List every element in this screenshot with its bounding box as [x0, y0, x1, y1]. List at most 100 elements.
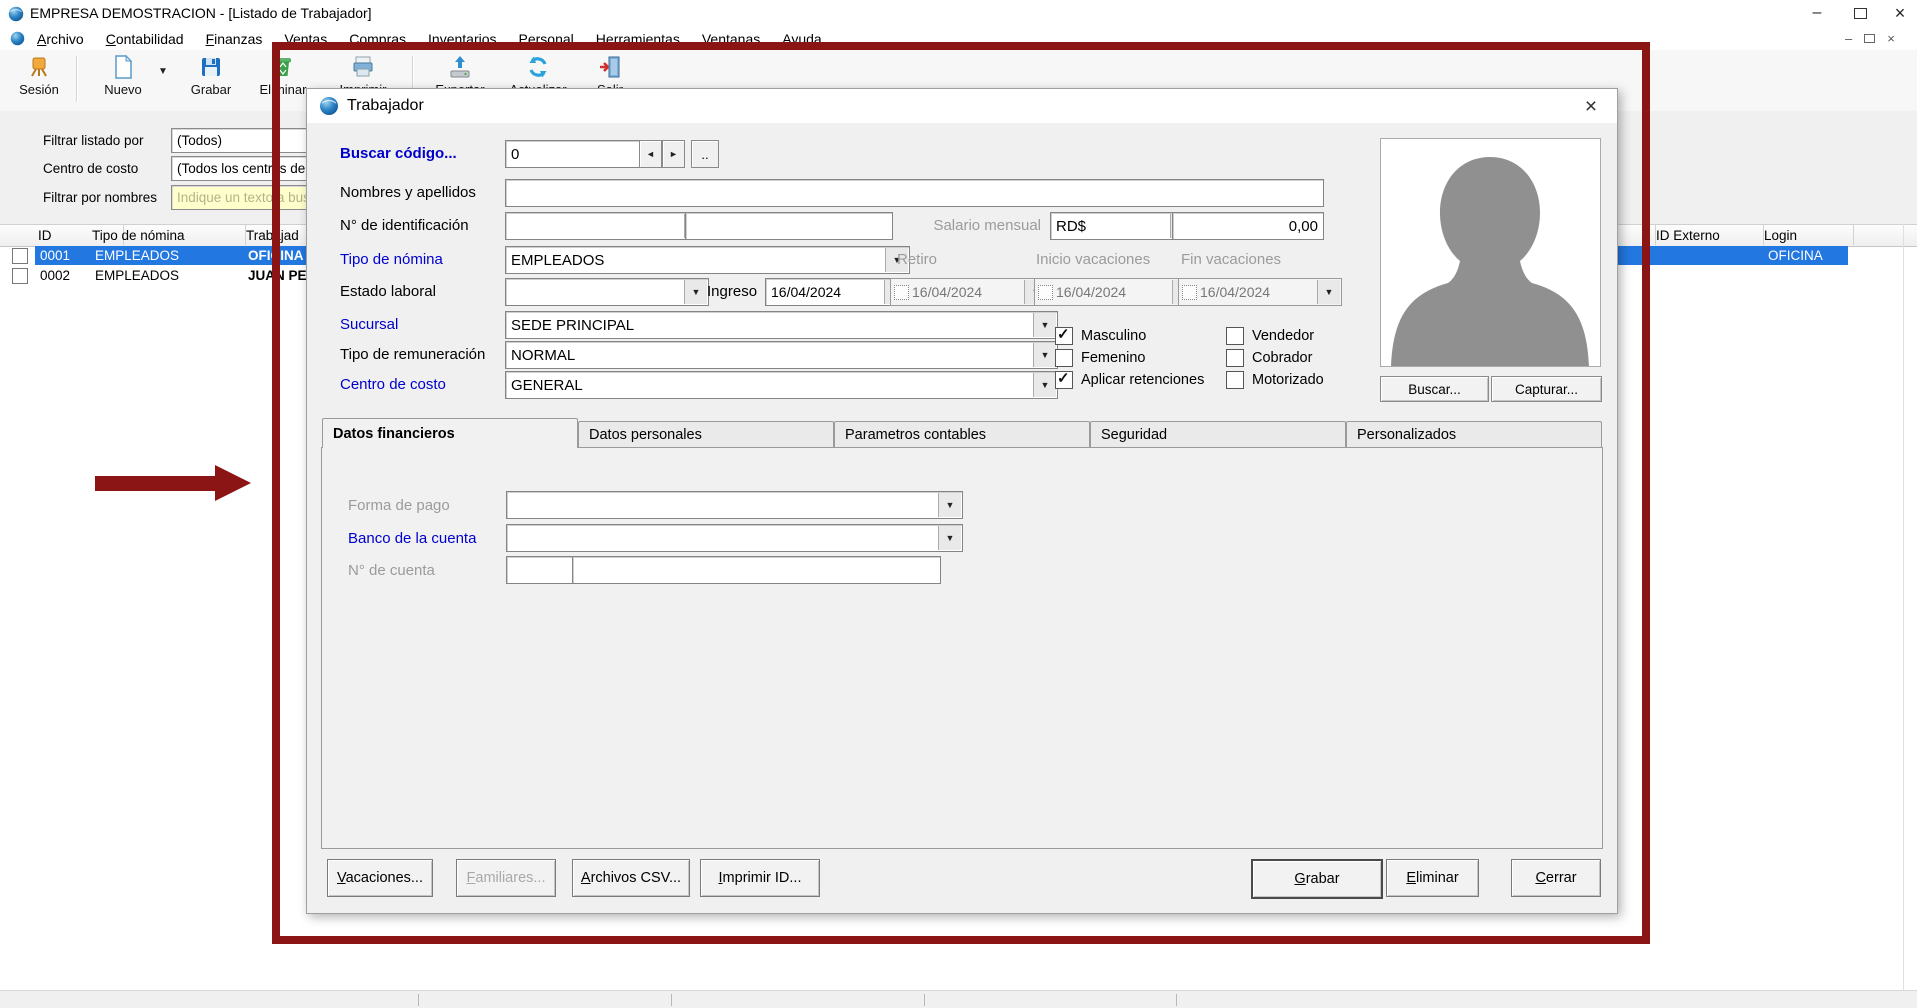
- menu-item[interactable]: Finanzas: [195, 31, 274, 47]
- vacaciones-button[interactable]: Vacaciones...: [327, 859, 433, 897]
- dropdown-arrow-icon[interactable]: [938, 493, 961, 517]
- ingreso-date-picker[interactable]: 16/04/2024: [765, 278, 909, 306]
- imprimir-id-button[interactable]: Imprimir ID...: [700, 859, 820, 897]
- buscar-codigo-input[interactable]: 0: [505, 140, 649, 168]
- delete-button[interactable]: Eliminar: [252, 54, 314, 106]
- checkbox-row[interactable]: Motorizado: [1226, 371, 1376, 389]
- annotation-arrow: [95, 476, 215, 491]
- menu-item[interactable]: Ayuda: [771, 31, 832, 47]
- spin-next-icon[interactable]: ►: [662, 140, 685, 168]
- app-logo-icon: [8, 6, 24, 22]
- dropdown-arrow-icon[interactable]: [1033, 313, 1056, 337]
- dropdown-arrow-icon[interactable]: [684, 280, 707, 304]
- menu-item[interactable]: Herramientas: [585, 31, 691, 47]
- mdi-restore-icon[interactable]: [1864, 34, 1875, 43]
- column-header-login[interactable]: Login: [1758, 225, 1854, 245]
- cerrar-button[interactable]: Cerrar: [1511, 859, 1601, 897]
- status-bar: [0, 990, 1917, 1008]
- fin-vacaciones-date-picker[interactable]: 16/04/2024: [1178, 278, 1342, 306]
- tab[interactable]: Seguridad: [1090, 421, 1346, 448]
- photo-buscar-button[interactable]: Buscar...: [1380, 376, 1489, 402]
- checkbox-icon[interactable]: [1226, 349, 1244, 367]
- dropdown-arrow-icon[interactable]: [1033, 373, 1056, 397]
- identificacion-tipo-dropdown[interactable]: [505, 212, 709, 240]
- retiro-enable-checkbox[interactable]: [894, 285, 909, 300]
- inicio-vacaciones-enable-checkbox[interactable]: [1038, 285, 1053, 300]
- mdi-close-icon[interactable]: ×: [1887, 31, 1895, 46]
- save-button[interactable]: Grabar: [180, 54, 242, 106]
- checkbox-row[interactable]: Femenino: [1055, 349, 1225, 367]
- remuneracion-dropdown[interactable]: NORMAL: [505, 341, 1058, 369]
- row-checkbox[interactable]: [12, 268, 28, 284]
- dropdown-arrow-icon[interactable]: [1033, 343, 1056, 367]
- tab[interactable]: Parametros contables: [834, 421, 1090, 448]
- tipo-nomina-label[interactable]: Tipo de nómina: [340, 251, 443, 268]
- salario-label: Salario mensual: [867, 217, 1041, 234]
- dropdown-arrow-icon[interactable]: [1317, 280, 1340, 304]
- dialog-close-icon[interactable]: ×: [1577, 94, 1605, 120]
- salario-value: 0,00: [1289, 218, 1318, 235]
- forma-pago-label: Forma de pago: [348, 497, 450, 514]
- mdi-minimize-icon[interactable]: –: [1845, 31, 1852, 46]
- maximize-icon[interactable]: [1840, 1, 1880, 25]
- checkbox-row[interactable]: Vendedor: [1226, 327, 1376, 345]
- menu-item[interactable]: Contabilidad: [95, 31, 195, 47]
- numero-cuenta-label: N° de cuenta: [348, 562, 435, 579]
- column-header-id-externo[interactable]: ID Externo: [1650, 225, 1764, 245]
- row-checkbox[interactable]: [12, 248, 28, 264]
- filter-costcenter-dropdown[interactable]: (Todos los centros de cos: [171, 156, 323, 181]
- sucursal-label[interactable]: Sucursal: [340, 316, 398, 333]
- checkbox-row[interactable]: Cobrador: [1226, 349, 1376, 367]
- checkbox-icon[interactable]: [1055, 327, 1073, 345]
- new-dropdown-caret-icon[interactable]: ▼: [158, 66, 168, 77]
- minimize-icon[interactable]: –: [1797, 1, 1837, 25]
- filter-list-dropdown[interactable]: (Todos): [171, 128, 323, 153]
- menu-item[interactable]: Ventanas: [691, 31, 771, 47]
- mdi-window-controls: – ×: [1845, 31, 1895, 46]
- checkbox-icon[interactable]: [1055, 371, 1073, 389]
- browse-more-button[interactable]: ..: [691, 140, 719, 168]
- banco-dropdown[interactable]: [506, 524, 963, 552]
- estado-laboral-dropdown[interactable]: [505, 278, 709, 306]
- archivos-csv-button[interactable]: Archivos CSV...: [572, 859, 690, 897]
- forma-pago-dropdown[interactable]: [506, 491, 963, 519]
- tab[interactable]: Datos financieros: [322, 418, 578, 448]
- checkbox-icon[interactable]: [1055, 349, 1073, 367]
- eliminar-button[interactable]: Eliminar: [1386, 859, 1479, 897]
- tab[interactable]: Datos personales: [578, 421, 834, 448]
- familiares-button: Familiares...: [456, 859, 556, 897]
- fin-vacaciones-enable-checkbox[interactable]: [1182, 285, 1197, 300]
- checkbox-icon[interactable]: [1226, 371, 1244, 389]
- close-icon[interactable]: ×: [1880, 1, 1917, 25]
- inicio-vacaciones-date-picker[interactable]: 16/04/2024: [1034, 278, 1197, 306]
- salario-input[interactable]: 0,00: [1172, 212, 1324, 240]
- photo-capturar-button[interactable]: Capturar...: [1491, 376, 1602, 402]
- tab[interactable]: Personalizados: [1346, 421, 1602, 448]
- spin-prev-icon[interactable]: ◄: [639, 140, 662, 168]
- menu-item[interactable]: Archivo: [26, 31, 95, 47]
- centro-costo-dropdown[interactable]: GENERAL: [505, 371, 1058, 399]
- menu-item[interactable]: Personal: [508, 31, 585, 47]
- retiro-date-picker[interactable]: 16/04/2024: [890, 278, 1049, 306]
- dropdown-arrow-icon[interactable]: [938, 526, 961, 550]
- menu-item[interactable]: Compras: [338, 31, 417, 47]
- checkbox-row[interactable]: Aplicar retenciones: [1055, 371, 1225, 389]
- session-button[interactable]: Sesión: [10, 54, 68, 106]
- grabar-button[interactable]: Grabar: [1251, 859, 1383, 899]
- nombres-input[interactable]: [505, 179, 1324, 207]
- menu-item[interactable]: Inventarios: [417, 31, 507, 47]
- new-button[interactable]: Nuevo: [92, 54, 154, 106]
- column-header-tipo-nomina[interactable]: Tipo de nómina: [86, 225, 246, 245]
- buscar-codigo-label[interactable]: Buscar código...: [340, 145, 457, 162]
- banco-label[interactable]: Banco de la cuenta: [348, 530, 476, 547]
- menu-item[interactable]: Ventas: [273, 31, 338, 47]
- numero-cuenta-input[interactable]: [572, 556, 941, 584]
- filter-names-input[interactable]: Indique un texto a buscar: [171, 185, 323, 210]
- checkbox-row[interactable]: Masculino: [1055, 327, 1225, 345]
- checkbox-icon[interactable]: [1226, 327, 1244, 345]
- tipo-nomina-dropdown[interactable]: EMPLEADOS: [505, 246, 910, 274]
- centro-costo-label[interactable]: Centro de costo: [340, 376, 446, 393]
- tab-label: Seguridad: [1101, 427, 1167, 443]
- sucursal-dropdown[interactable]: SEDE PRINCIPAL: [505, 311, 1058, 339]
- identificacion-input[interactable]: [685, 212, 893, 240]
